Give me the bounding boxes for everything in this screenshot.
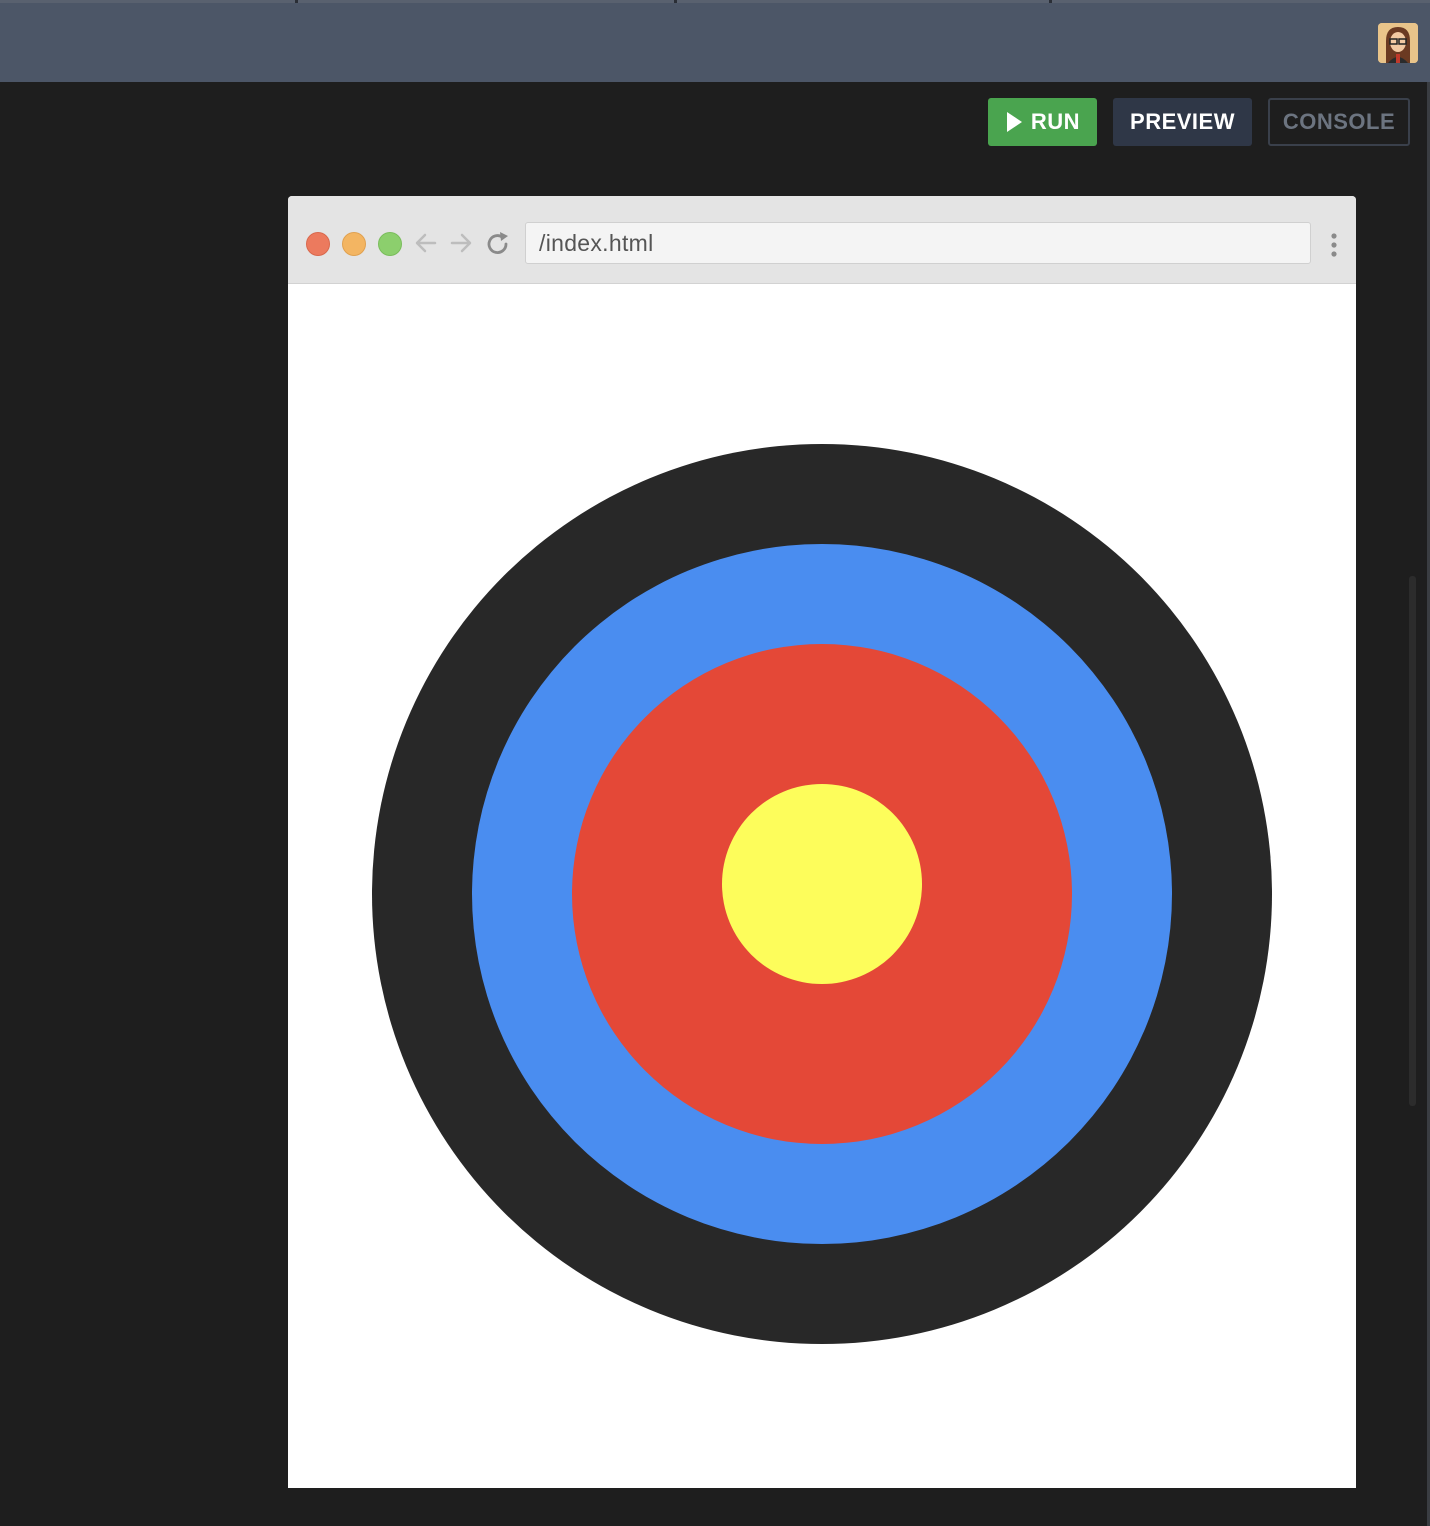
top-header-bar [0, 0, 1430, 82]
header-tab-divider [0, 0, 295, 3]
address-url: /index.html [539, 229, 654, 256]
run-button[interactable]: RUN [988, 98, 1097, 146]
reload-icon[interactable] [484, 230, 512, 258]
run-button-label: RUN [1030, 109, 1081, 134]
user-avatar[interactable] [1378, 23, 1418, 63]
window-maximize-dot-icon[interactable] [378, 232, 402, 256]
header-tab-divider [298, 0, 674, 3]
preview-button[interactable]: PREVIEW [1113, 98, 1252, 146]
header-tab-divider [677, 0, 1049, 3]
play-icon [1006, 112, 1022, 132]
scrollbar-thumb[interactable] [1409, 576, 1416, 1106]
console-button-label: CONSOLE [1282, 109, 1396, 134]
console-button[interactable]: CONSOLE [1268, 98, 1410, 146]
back-arrow-icon[interactable] [413, 230, 439, 256]
browser-chrome-bar: /index.html [288, 196, 1356, 284]
more-vertical-icon[interactable] [1328, 232, 1340, 258]
window-minimize-dot-icon[interactable] [342, 232, 366, 256]
avatar-illustration-icon [1378, 23, 1418, 63]
preview-button-label: PREVIEW [1130, 109, 1235, 134]
address-bar[interactable]: /index.html [525, 222, 1311, 264]
forward-arrow-icon[interactable] [448, 230, 474, 256]
target-bullseye [722, 784, 922, 984]
window-close-dot-icon[interactable] [306, 232, 330, 256]
header-tab-divider [1052, 0, 1430, 3]
browser-viewport [288, 284, 1356, 1488]
browser-preview-window: /index.html [288, 196, 1356, 1488]
